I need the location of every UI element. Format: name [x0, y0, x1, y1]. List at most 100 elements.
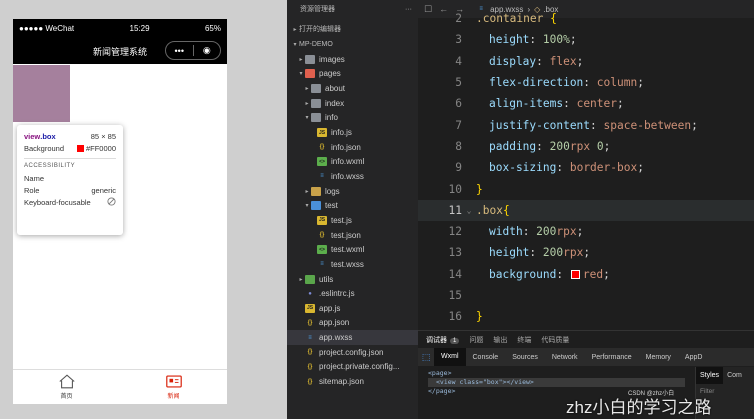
json-file-icon: {} [307, 378, 313, 385]
code-line[interactable]: 15 [418, 285, 754, 306]
wxss-file-icon: ≡ [308, 334, 312, 341]
tree-item[interactable]: ▸ utils [287, 272, 418, 287]
tree-item[interactable]: JS info.js [287, 125, 418, 140]
tree-item[interactable]: ▸ images [287, 52, 418, 67]
code-token: 200 [549, 139, 570, 153]
devtools-tab-memory[interactable]: Memory [639, 354, 678, 361]
line-number: 5 [455, 76, 462, 90]
code-line[interactable]: 3 height: 100%; [418, 29, 754, 50]
devtools-tab-network[interactable]: Network [545, 354, 585, 361]
tree-item[interactable]: ▸ logs [287, 184, 418, 199]
wxml-node[interactable]: <page> [428, 369, 685, 378]
devtools-tab-sources[interactable]: Sources [505, 354, 545, 361]
tree-item[interactable]: {} test.json [287, 228, 418, 243]
tab-code-quality[interactable]: 代码质量 [541, 335, 569, 345]
tree-item[interactable]: <> test.wxml [287, 242, 418, 257]
tree-item[interactable]: ● .eslintrc.js [287, 286, 418, 301]
color-swatch-icon[interactable] [570, 269, 580, 279]
line-number: 10 [448, 182, 462, 196]
tree-item[interactable]: JS app.js [287, 301, 418, 316]
code-line[interactable]: 9 box-sizing: border-box; [418, 157, 754, 178]
explorer-title: 资源管理器 [300, 6, 335, 13]
devtools-tab-performance[interactable]: Performance [585, 354, 639, 361]
tree-item-label: sitemap.json [319, 377, 364, 387]
project-label: MP-DEMO [299, 40, 333, 48]
tree-item[interactable]: ▾ test [287, 199, 418, 214]
folder-icon [311, 186, 321, 196]
tree-item[interactable]: {} project.private.config... [287, 360, 418, 375]
more-icon[interactable]: ••• [166, 46, 193, 56]
styles-tab[interactable]: Styles [696, 367, 724, 384]
close-icon[interactable]: ◉ [194, 45, 221, 56]
tree-item[interactable]: ▸ about [287, 81, 418, 96]
code-line[interactable]: 14 background: red; [418, 264, 754, 285]
color-swatch-icon [76, 145, 84, 153]
fold-chevron-icon[interactable]: ⌄ [462, 206, 476, 215]
tree-item[interactable]: ≡ test.wxss [287, 257, 418, 272]
code-line[interactable]: 8 padding: 200rpx 0; [418, 136, 754, 157]
code-line[interactable]: 7 justify-content: space-between; [418, 115, 754, 136]
code-line[interactable]: 12 width: 200rpx; [418, 221, 754, 242]
code-line[interactable]: 11 ⌄ .box{ [418, 199, 754, 221]
devtools-tab-wxml[interactable]: Wxml [434, 348, 466, 366]
open-editors-label: 打开的编辑器 [299, 26, 341, 34]
devtools-tab-appdata[interactable]: AppD [678, 354, 710, 361]
file-explorer: 资源管理器 ··· ▸ 打开的编辑器 ▾ MP-DEMO ▸ images ▾ pag… [287, 0, 418, 419]
tree-item[interactable]: {} sitemap.json [287, 374, 418, 389]
code-area[interactable]: 2 .container {3 height: 100%; 4 display: fle… [418, 12, 754, 330]
tab-news[interactable]: 新闻 [120, 370, 227, 404]
line-number: 6 [455, 97, 462, 111]
tree-item[interactable]: {} project.config.json [287, 345, 418, 360]
more-actions-icon[interactable]: ··· [405, 6, 412, 13]
tree-item[interactable]: {} info.json [287, 140, 418, 155]
tab-problems[interactable]: 问题 [469, 335, 483, 345]
code-line[interactable]: 10} [418, 178, 754, 199]
chevron-down-icon: ▾ [305, 203, 309, 210]
tree-item[interactable]: {} app.json [287, 316, 418, 331]
tree-item-label: info [325, 113, 338, 123]
phone-screen: ●●●●● WeChat 15:29 65% 新闻管理系统 ••• ◉ view… [13, 19, 227, 404]
code-token: ; [603, 267, 610, 281]
tree-item[interactable]: ▾ pages [287, 67, 418, 82]
accessibility-heading: ACCESSIBILITY [24, 163, 76, 169]
tree-item[interactable]: <> info.wxml [287, 155, 418, 170]
code-token: height [489, 33, 530, 47]
highlighted-box[interactable] [13, 65, 70, 122]
tree-item[interactable]: ≡ info.wxss [287, 169, 418, 184]
tab-output[interactable]: 输出 [493, 335, 507, 345]
tab-terminal[interactable]: 终端 [517, 335, 531, 345]
open-editors-section[interactable]: ▸ 打开的编辑器 [287, 22, 418, 37]
devtools-tab-console[interactable]: Console [466, 354, 506, 361]
code-line[interactable]: 5 flex-direction: column; [418, 72, 754, 93]
code-line[interactable]: 13 height: 200rpx; [418, 242, 754, 263]
tree-item[interactable]: ▾ info [287, 111, 418, 126]
not-focusable-icon [107, 196, 116, 208]
folder-icon [305, 54, 315, 64]
wxml-node[interactable]: <view class="box"></view> [428, 378, 685, 387]
code-token: display [489, 54, 537, 68]
line-number: 8 [455, 139, 462, 153]
computed-tab[interactable]: Com [723, 372, 746, 379]
line-number: 15 [448, 289, 462, 303]
name-label: Name [24, 173, 45, 183]
code-line[interactable]: 16} [418, 306, 754, 327]
code-token: : [529, 33, 543, 47]
code-token: : [590, 118, 604, 132]
project-section[interactable]: ▾ MP-DEMO [287, 37, 418, 52]
tooltip-size: 85 × 85 [90, 131, 116, 141]
tree-item[interactable]: ≡ app.wxss [287, 330, 418, 345]
tab-home[interactable]: 首页 [13, 370, 120, 404]
code-line[interactable]: 4 display: flex; [418, 51, 754, 72]
code-line[interactable]: 6 align-items: center; [418, 93, 754, 114]
code-line[interactable]: 2 .container { [418, 8, 754, 29]
json-file-icon: {} [319, 144, 325, 151]
menu-capsule: ••• ◉ [165, 41, 221, 60]
code-text: .container { [476, 12, 557, 25]
tree-item-label: info.wxss [331, 171, 364, 181]
tree-item[interactable]: ▸ index [287, 96, 418, 111]
inspect-element-icon[interactable]: ⬚ [418, 348, 434, 366]
tree-item-label: about [325, 84, 346, 94]
tab-debugger[interactable]: 调试器 1 [426, 335, 460, 345]
code-token: : [583, 76, 597, 90]
tree-item[interactable]: JS test.js [287, 213, 418, 228]
